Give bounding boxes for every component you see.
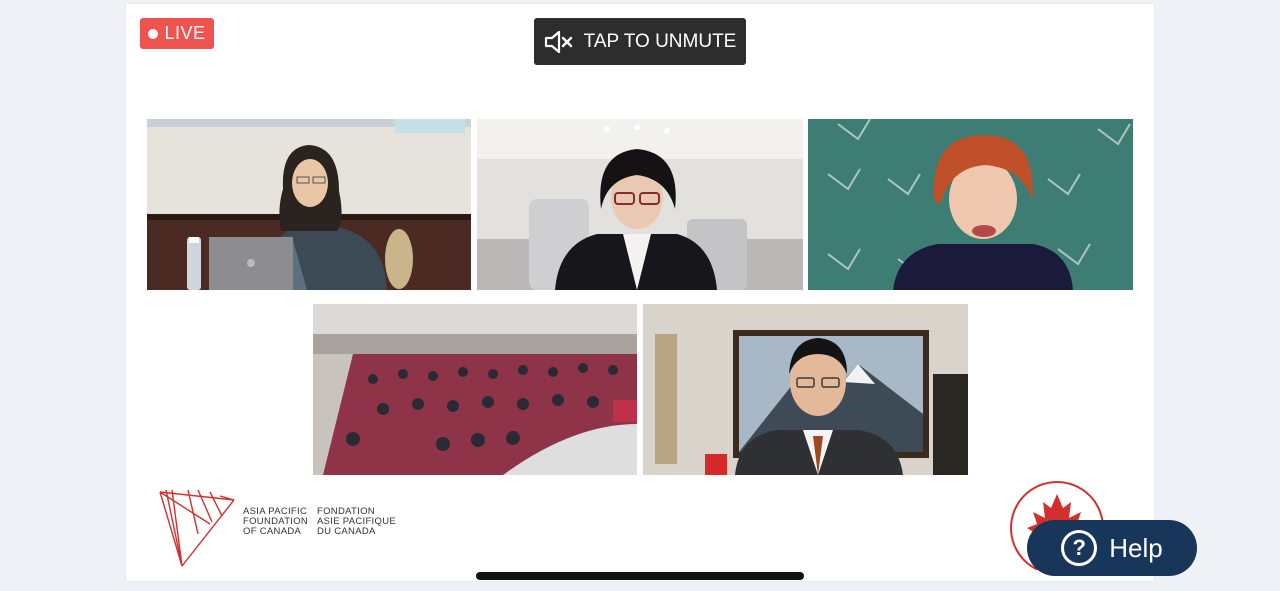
question-icon: ? bbox=[1061, 530, 1098, 566]
participant-1-video bbox=[147, 119, 471, 290]
help-label: Help bbox=[1109, 532, 1163, 563]
video-tile-participant-3[interactable] bbox=[808, 119, 1133, 290]
live-badge: LIVE bbox=[140, 18, 214, 49]
video-tile-auditorium[interactable] bbox=[313, 304, 637, 475]
live-dot-icon bbox=[148, 28, 159, 39]
stream-stage bbox=[126, 4, 1154, 581]
tap-to-unmute-button[interactable]: TAP TO UNMUTE bbox=[534, 18, 746, 65]
video-tile-participant-5[interactable] bbox=[643, 304, 968, 475]
help-button[interactable]: ? Help bbox=[1027, 520, 1197, 576]
participant-2-video bbox=[477, 119, 803, 290]
logo-text-french: FONDATION ASIE PACIFIQUE DU CANADA bbox=[317, 506, 396, 537]
home-indicator[interactable] bbox=[476, 572, 804, 580]
live-label: LIVE bbox=[164, 23, 206, 43]
participant-3-video bbox=[808, 119, 1133, 290]
participant-5-video bbox=[643, 304, 968, 475]
video-tile-participant-2[interactable] bbox=[477, 119, 803, 290]
unmute-label: TAP TO UNMUTE bbox=[583, 30, 737, 52]
video-tile-participant-1[interactable] bbox=[147, 119, 471, 290]
apf-canada-logo-icon bbox=[159, 489, 235, 567]
speaker-muted-icon bbox=[544, 30, 572, 53]
auditorium-audience-video bbox=[313, 304, 637, 475]
logo-text-english: ASIA PACIFIC FOUNDATION OF CANADA bbox=[243, 506, 309, 537]
